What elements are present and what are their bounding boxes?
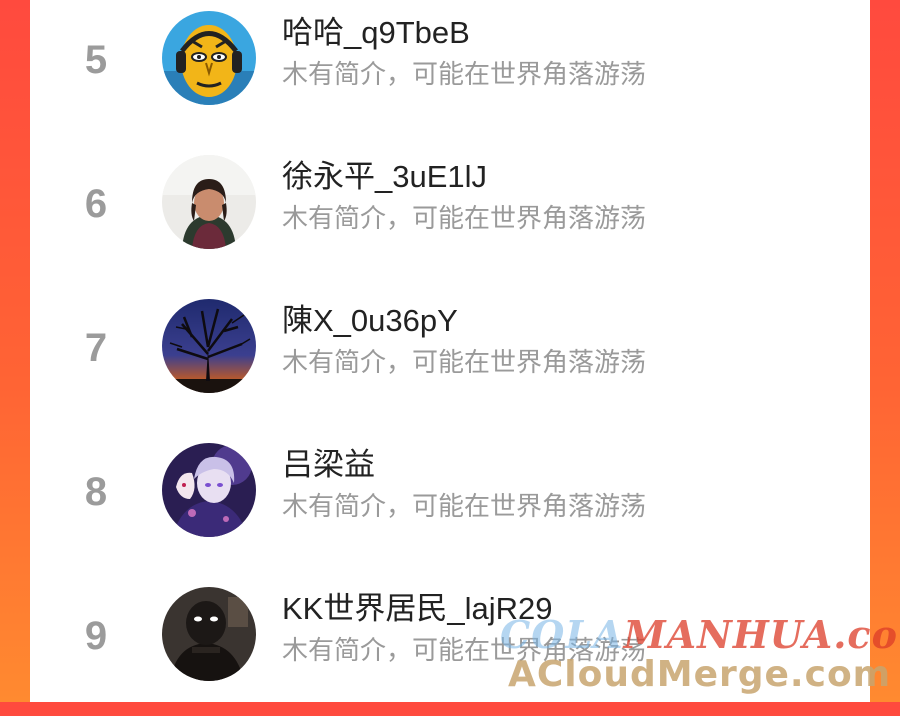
ranking-list: 5 哈哈_q9TbeB 木有简介，可能在世界角落游荡 6 徐永平_3uE1lJ …	[30, 0, 870, 702]
avatar[interactable]	[162, 11, 256, 105]
rank-number: 7	[84, 326, 108, 370]
rank-number: 9	[84, 614, 108, 658]
user-bio: 木有简介，可能在世界角落游荡	[282, 347, 647, 377]
user-name[interactable]: KK世界居民_lajR29	[282, 590, 552, 628]
user-name[interactable]: 哈哈_q9TbeB	[282, 14, 470, 52]
user-bio: 木有简介，可能在世界角落游荡	[282, 491, 647, 521]
ranking-row[interactable]: 9 KK世界居民_lajR29 木有简介，可能在世界角落游荡	[30, 576, 870, 716]
user-name[interactable]: 吕梁益	[282, 446, 375, 484]
avatar[interactable]	[162, 299, 256, 393]
rank-number: 6	[84, 182, 108, 226]
ranking-row[interactable]: 8 吕梁益 木有简介，可能在世界角落游荡	[30, 432, 870, 572]
rank-number: 5	[84, 38, 108, 82]
user-name[interactable]: 徐永平_3uE1lJ	[282, 158, 487, 196]
user-bio: 木有简介，可能在世界角落游荡	[282, 635, 647, 665]
ranking-row[interactable]: 5 哈哈_q9TbeB 木有简介，可能在世界角落游荡	[30, 0, 870, 140]
avatar[interactable]	[162, 587, 256, 681]
user-bio: 木有简介，可能在世界角落游荡	[282, 59, 647, 89]
ranking-row[interactable]: 7 陳X_0u36pY 木有简介，可能在世界角落游荡	[30, 288, 870, 428]
avatar[interactable]	[162, 155, 256, 249]
avatar[interactable]	[162, 443, 256, 537]
user-name[interactable]: 陳X_0u36pY	[282, 302, 458, 340]
rank-number: 8	[84, 470, 108, 514]
user-bio: 木有简介，可能在世界角落游荡	[282, 203, 647, 233]
ranking-row[interactable]: 6 徐永平_3uE1lJ 木有简介，可能在世界角落游荡	[30, 144, 870, 284]
